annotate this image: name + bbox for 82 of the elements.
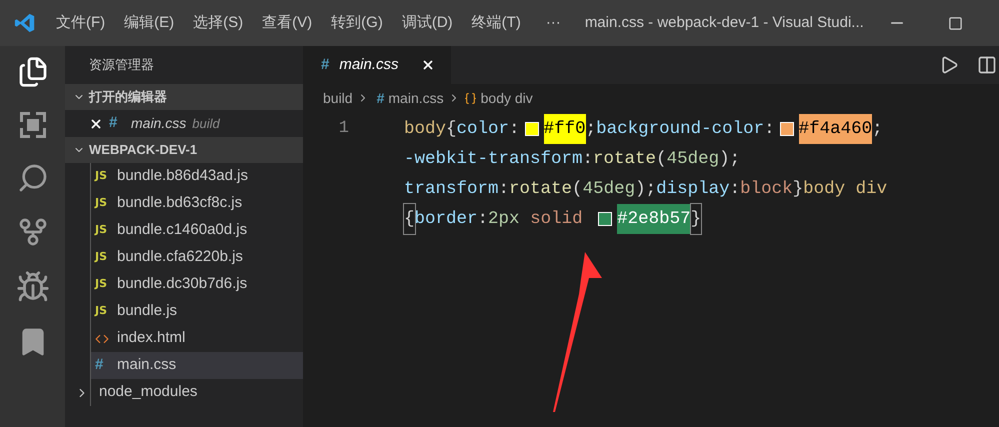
file-name: bundle.bd63cf8c.js xyxy=(117,193,242,214)
file-name: index.html xyxy=(117,328,186,348)
color-value: #ff0 xyxy=(544,114,586,144)
file-name: main.css xyxy=(131,114,186,133)
code-token: : xyxy=(764,118,775,141)
window-title: main.css - webpack-dev-1 - Visual Studi... xyxy=(584,12,864,33)
code-token: ; xyxy=(586,118,596,141)
js-file-icon: JS xyxy=(95,222,111,239)
code-token: rotate xyxy=(593,148,656,171)
file-item[interactable]: JS bundle.b86d43ad.js xyxy=(91,163,303,190)
file-item[interactable]: JS bundle.cfa6220b.js xyxy=(91,244,303,271)
js-file-icon: JS xyxy=(95,303,111,320)
file-name: main.css xyxy=(117,355,176,376)
code-token: ); xyxy=(635,178,656,201)
file-item[interactable]: # main.css xyxy=(91,352,303,379)
code-token: { xyxy=(446,118,457,141)
code-token: : xyxy=(730,178,740,201)
code-token: : xyxy=(509,118,520,141)
js-file-icon: JS xyxy=(95,195,111,212)
file-item[interactable]: JS bundle.bd63cf8c.js xyxy=(91,190,303,217)
brace: } xyxy=(690,204,702,234)
code-token: rotate xyxy=(509,178,572,201)
hash-icon: # xyxy=(321,54,330,76)
code-token: } xyxy=(792,178,804,201)
code-token: 45deg xyxy=(666,148,720,171)
code-token: body xyxy=(404,118,446,141)
code-token: : xyxy=(498,178,510,201)
file-item[interactable]: index.html xyxy=(91,325,303,352)
code-token: ; xyxy=(872,118,883,141)
menu-item[interactable]: 查看(V) xyxy=(262,12,312,34)
color-value: #f4a460 xyxy=(798,114,872,144)
file-item[interactable]: JS bundle.c1460a0d.js xyxy=(91,217,303,244)
folder-hint: build xyxy=(192,114,220,133)
file-item[interactable]: node_modules xyxy=(91,379,303,406)
sidebar-title: 资源管理器 xyxy=(88,56,155,74)
code-token: 2px xyxy=(488,208,520,231)
menu-item[interactable]: 编辑(E) xyxy=(124,12,174,34)
brace: { xyxy=(404,204,415,234)
code-token: transform xyxy=(404,178,499,201)
hash-icon: # xyxy=(109,112,125,135)
file-item[interactable]: JS bundle.js xyxy=(91,298,303,325)
file-name: bundle.dc30b7d6.js xyxy=(117,274,248,294)
js-file-icon: JS xyxy=(95,276,111,293)
section-header[interactable]: WEBPACK-DEV-1 xyxy=(65,137,303,163)
menu-item[interactable]: 转到(G) xyxy=(331,12,383,34)
file-name: node_modules xyxy=(99,382,198,402)
file-name: bundle.js xyxy=(117,301,178,322)
breadcrumb-item[interactable]: build xyxy=(323,88,353,108)
code-token: : xyxy=(582,148,594,171)
code-token: ( xyxy=(656,148,667,171)
code-token: : xyxy=(478,208,488,231)
menu-item[interactable]: 终端(T) xyxy=(472,12,521,34)
breadcrumb-item[interactable]: body div xyxy=(480,88,533,108)
code-token: ( xyxy=(572,178,583,201)
menu-item[interactable]: 文件(F) xyxy=(56,12,106,34)
code-token: -webkit-transform xyxy=(404,148,583,171)
file-item[interactable]: # main.css build xyxy=(65,110,303,137)
code-token: 45deg xyxy=(582,178,636,201)
code-token: body div xyxy=(803,178,888,201)
menu-item[interactable]: 调试(D) xyxy=(402,12,453,34)
menu-item[interactable]: 选择(S) xyxy=(193,12,244,34)
file-name: bundle.cfa6220b.js xyxy=(117,247,243,268)
color-value: #2e8b57 xyxy=(617,204,691,234)
more-menu[interactable]: ··· xyxy=(546,12,561,34)
code-token: block xyxy=(740,178,793,201)
file-name: bundle.c1460a0d.js xyxy=(117,220,248,240)
code-token: color xyxy=(456,118,510,141)
line-number: 1 xyxy=(338,118,350,140)
file-item[interactable]: JS bundle.dc30b7d6.js xyxy=(91,271,303,298)
code-token: border xyxy=(414,208,478,231)
code-token: solid xyxy=(530,208,583,231)
js-file-icon: JS xyxy=(95,168,111,185)
hash-icon: # xyxy=(95,354,111,377)
hash-icon: # xyxy=(376,88,384,108)
code-token: ); xyxy=(719,148,740,171)
file-name: bundle.b86d43ad.js xyxy=(117,166,248,186)
js-file-icon: JS xyxy=(95,249,111,266)
code-token: background-color xyxy=(596,118,764,141)
code-token: display xyxy=(656,178,730,201)
breadcrumb-item[interactable]: main.css xyxy=(388,88,444,108)
section-header[interactable]: 打开的编辑器 xyxy=(65,84,303,110)
editor-tab[interactable]: # main.css xyxy=(303,46,451,84)
